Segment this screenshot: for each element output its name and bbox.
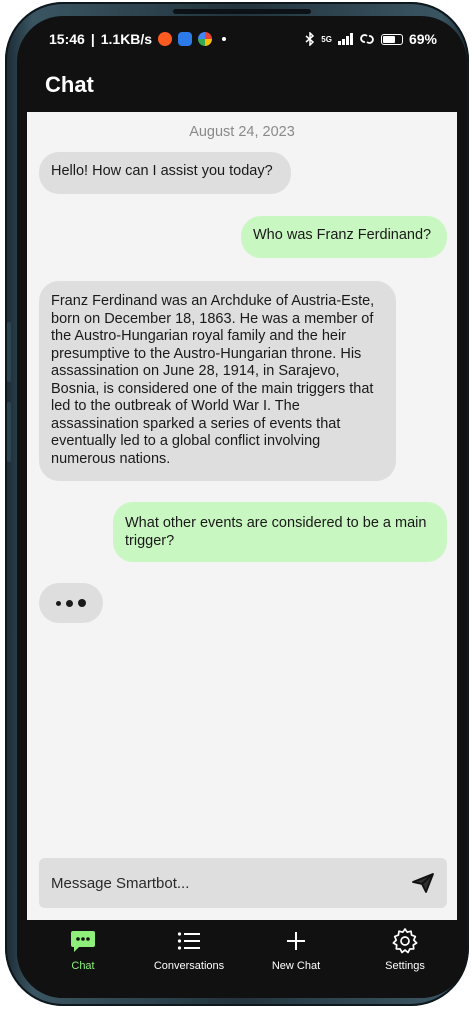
nav-new-chat-label: New Chat — [271, 960, 321, 972]
send-icon — [412, 873, 434, 893]
nav-settings[interactable]: Settings — [355, 928, 455, 978]
nav-conversations[interactable]: Conversations — [139, 928, 239, 978]
typing-dot — [78, 599, 86, 607]
battery-level: 69% — [408, 31, 437, 47]
user-message: Who was Franz Ferdinand? — [241, 216, 447, 258]
screen: 15:46 | 1.1KB/s 5G 69% Chat August 24, 2… — [17, 16, 467, 998]
plus-icon — [283, 928, 309, 954]
chat-bubble-icon — [70, 928, 96, 954]
chat-area[interactable]: August 24, 2023 Hello! How can I assist … — [27, 112, 457, 920]
nav-conversations-label: Conversations — [153, 960, 225, 972]
typing-dot — [56, 600, 61, 606]
status-speed: 1.1KB/s — [100, 31, 153, 47]
nav-chat[interactable]: Chat — [33, 928, 133, 978]
phone-frame: 15:46 | 1.1KB/s 5G 69% Chat August 24, 2… — [5, 2, 469, 1006]
send-button[interactable] — [411, 871, 435, 895]
status-left: 15:46 | 1.1KB/s — [49, 31, 227, 47]
message-input[interactable] — [49, 858, 389, 908]
network-type: 5G — [321, 34, 332, 44]
reddit-icon — [158, 32, 173, 46]
typing-indicator — [39, 583, 103, 623]
chat-date: August 24, 2023 — [189, 124, 295, 140]
link-icon — [360, 34, 374, 44]
app-bar: Chat — [17, 62, 467, 112]
bottom-nav: Chat Conversations New Chat Settings — [17, 920, 467, 998]
status-divider: | — [90, 31, 95, 47]
status-time: 15:46 — [49, 31, 85, 47]
nav-new-chat[interactable]: New Chat — [246, 928, 346, 978]
gear-icon — [392, 928, 418, 954]
volume-down-button — [7, 402, 11, 462]
cloud-app-icon — [178, 32, 193, 46]
speaker-slot — [173, 9, 311, 14]
signal-icon — [337, 33, 353, 45]
bluetooth-icon — [305, 32, 315, 46]
message-composer — [39, 858, 447, 908]
status-bar: 15:46 | 1.1KB/s 5G 69% — [17, 16, 467, 62]
list-icon — [176, 928, 202, 954]
status-right: 5G 69% — [305, 31, 437, 47]
typing-dot — [66, 599, 73, 607]
battery-icon — [380, 33, 403, 45]
nav-chat-label: Chat — [71, 960, 95, 972]
volume-up-button — [7, 322, 11, 382]
nav-settings-label: Settings — [385, 960, 425, 972]
user-message: What other events are considered to be a… — [113, 502, 447, 562]
page-title: Chat — [45, 72, 94, 97]
photos-app-icon — [198, 32, 213, 46]
bot-message: Hello! How can I assist you today? — [39, 152, 291, 194]
more-notifications-icon — [222, 37, 227, 41]
bot-message: Franz Ferdinand was an Archduke of Austr… — [39, 281, 396, 481]
